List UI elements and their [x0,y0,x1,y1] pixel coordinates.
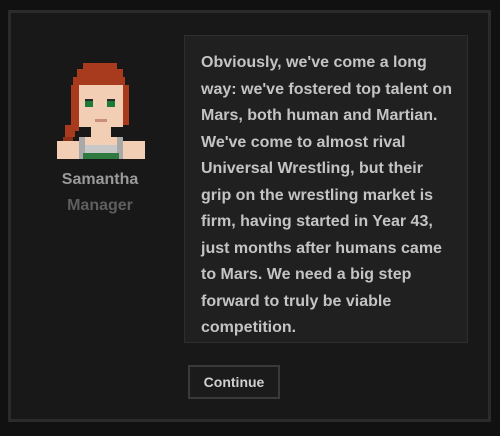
speaker-name: Samantha [61,171,139,188]
speaker-role: Manager [67,197,133,214]
speaker-portrait [49,63,151,159]
dialogue-panel: Samantha Manager Obviously, we've come a… [8,10,491,422]
dialogue-text: Obviously, we've come a long way: we've … [184,35,468,343]
continue-button[interactable]: Continue [188,365,280,399]
pixel-portrait-icon [57,63,145,159]
